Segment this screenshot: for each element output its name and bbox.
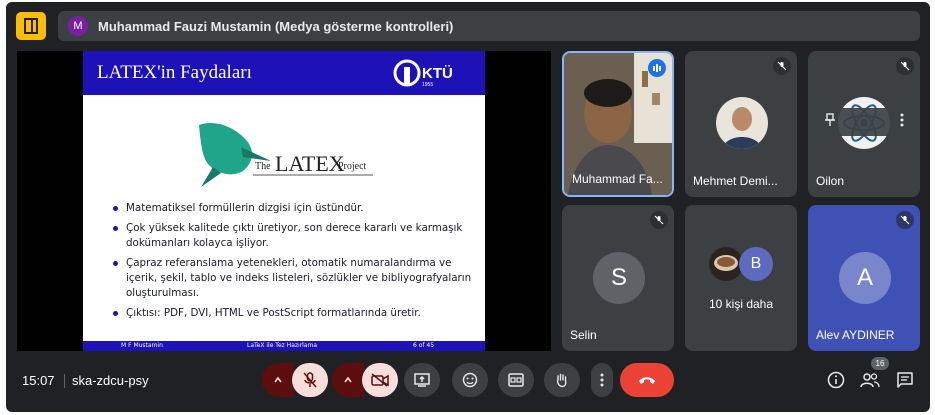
- hang-up-icon: [639, 377, 655, 384]
- meeting-code: ska-zdcu-psy: [72, 373, 149, 388]
- participant-name: Mehmet Demi...: [693, 174, 778, 188]
- presenter-banner[interactable]: M Muhammad Fauzi Mustamin (Medya gösterm…: [58, 11, 920, 41]
- captions-button[interactable]: [498, 363, 534, 397]
- video-settings-button[interactable]: [332, 363, 364, 397]
- participant-name: Oilon: [816, 174, 845, 188]
- people-icon: [860, 373, 880, 388]
- more-participants-tile[interactable]: B 10 kişi daha: [685, 205, 797, 351]
- avatar: [716, 97, 768, 149]
- participant-name: Muhammad Fa...: [572, 172, 663, 186]
- latex-project-logo: The LATEX Project: [195, 117, 375, 189]
- ktu-logo-year: 1955: [422, 82, 433, 88]
- participant-tile-alev[interactable]: A Alev AYDINER: [808, 205, 920, 351]
- meet-window: M Muhammad Fauzi Mustamin (Medya gösterm…: [6, 2, 930, 412]
- info-icon: [827, 371, 845, 389]
- pin-icon[interactable]: [824, 112, 836, 132]
- more-options-icon[interactable]: [900, 113, 904, 132]
- hummingbird-icon: The LATEX Project: [199, 122, 373, 187]
- chat-icon: [897, 372, 913, 388]
- chevron-up-icon: [274, 376, 282, 383]
- slide-bullet: Matematiksel formüllerin dizgisi için üs…: [113, 201, 473, 216]
- avatar: B: [739, 247, 773, 281]
- meeting-details-button[interactable]: [824, 368, 848, 392]
- ktu-logo-text: KTÜ: [422, 65, 453, 82]
- mic-off-icon: [773, 57, 791, 75]
- latex-logo-suffix: Project: [338, 161, 367, 172]
- footer-page: 6 of 45: [413, 342, 435, 349]
- latex-logo-word: LATEX: [275, 151, 345, 176]
- participant-name: Alev AYDINER: [816, 328, 895, 342]
- camera-off-icon: [371, 373, 389, 387]
- presentation-toggle-button[interactable]: [16, 12, 46, 40]
- camera-toggle-button[interactable]: [362, 363, 398, 397]
- mic-off-icon: [650, 211, 668, 229]
- slide: LATEX'in Faydaları KTÜ 1955 The LATEX Pr…: [83, 51, 485, 351]
- participant-tile-muhammad[interactable]: Muhammad Fa...: [562, 51, 674, 197]
- slide-bullet: Çapraz referanslama yetenekleri, otomati…: [113, 256, 473, 301]
- speaking-indicator: [648, 59, 666, 77]
- divider: [64, 374, 65, 388]
- avatar: [709, 247, 743, 281]
- coffee-cup-icon: [709, 247, 743, 281]
- present-icon: [24, 18, 38, 34]
- latex-logo-prefix: The: [255, 161, 271, 172]
- audio-bars-icon: [653, 64, 661, 72]
- chat-button[interactable]: [893, 368, 917, 392]
- slide-bullet: Çıktısı: PDF, DVI, HTML ve PostScript fo…: [113, 306, 473, 321]
- slide-bullet: Çok yüksek kalitede çıktı üretiyor, son …: [113, 221, 473, 251]
- avatar: A: [839, 252, 891, 304]
- more-options-button[interactable]: [591, 363, 613, 397]
- participant-tile-oilon[interactable]: Oilon: [808, 51, 920, 197]
- captions-icon: [508, 373, 524, 387]
- slide-title: LATEX'in Faydaları: [97, 62, 252, 83]
- hand-icon: [556, 373, 567, 388]
- presenter-avatar: M: [68, 16, 88, 36]
- microphone-control: [262, 363, 328, 397]
- clock: 15:07: [22, 373, 55, 388]
- participant-tile-selin[interactable]: S Selin: [562, 205, 674, 351]
- camera-control: [332, 363, 398, 397]
- footer-title: LaTeX ile Tez Hazırlama: [247, 342, 318, 349]
- present-screen-button[interactable]: [404, 363, 440, 397]
- presentation-view: LATEX'in Faydaları KTÜ 1955 The LATEX Pr…: [17, 51, 551, 351]
- avatar: S: [593, 252, 645, 304]
- mic-off-icon: [303, 372, 317, 388]
- participant-name: Selin: [570, 328, 597, 342]
- more-participants-label: 10 kişi daha: [708, 297, 774, 311]
- more-vert-icon: [600, 373, 604, 387]
- tile-hover-controls: [818, 108, 910, 136]
- ktu-logo: KTÜ 1955: [393, 57, 467, 89]
- chevron-up-icon: [344, 376, 352, 383]
- people-button[interactable]: [858, 368, 882, 392]
- emoji-icon: [462, 372, 478, 388]
- slide-bullets: Matematiksel formüllerin dizgisi için üs…: [113, 201, 473, 326]
- participant-tile-mehmet[interactable]: Mehmet Demi...: [685, 51, 797, 197]
- leave-call-button[interactable]: [620, 363, 674, 397]
- raise-hand-button[interactable]: [544, 363, 580, 397]
- mic-off-icon: [896, 57, 914, 75]
- slide-header: LATEX'in Faydaları KTÜ 1955: [83, 51, 485, 95]
- reactions-button[interactable]: [452, 363, 488, 397]
- audio-settings-button[interactable]: [262, 363, 294, 397]
- presenter-label: Muhammad Fauzi Mustamin (Medya gösterme …: [98, 18, 454, 34]
- present-screen-icon: [414, 373, 430, 387]
- mic-off-icon: [896, 211, 914, 229]
- footer-author: M F Mustamin: [121, 342, 163, 349]
- slide-footer: M F Mustamin LaTeX ile Tez Hazırlama 6 o…: [83, 341, 485, 351]
- microphone-toggle-button[interactable]: [292, 363, 328, 397]
